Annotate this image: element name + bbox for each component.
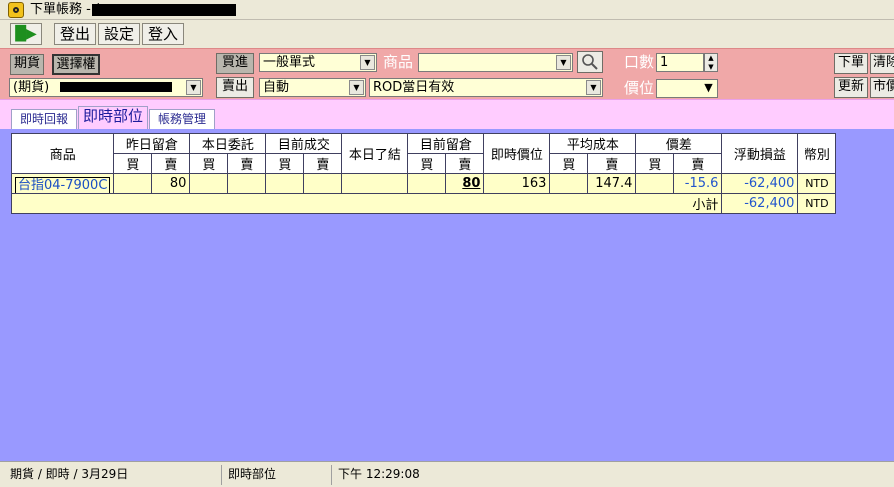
buy-button[interactable]: 買進 <box>216 53 254 74</box>
sell-button[interactable]: 賣出 <box>216 77 254 98</box>
pin-icon[interactable]: █▶ <box>10 23 42 45</box>
quantity-stepper[interactable]: ▲ ▼ <box>704 53 718 72</box>
position-table: 商品 昨日留倉 本日委託 目前成交 本日了結 目前留倉 即時價位 平均成本 價差… <box>10 133 837 214</box>
tab-realtime-position[interactable]: 即時部位 <box>78 106 148 130</box>
cell-pos-sell[interactable]: 80 <box>445 173 485 194</box>
header-sell: 賣 <box>151 153 191 174</box>
cell-diff-buy <box>635 173 675 194</box>
product-select[interactable]: ▼ <box>418 53 573 72</box>
price-label: 價位 <box>624 79 655 97</box>
header-product[interactable]: 商品 <box>10 133 115 174</box>
cell-product[interactable]: 台指04-7900C <box>10 173 115 194</box>
header-buy: 買 <box>407 153 447 174</box>
chevron-down-icon[interactable]: ▼ <box>586 80 601 95</box>
price-mode-value: 自動 <box>263 80 290 95</box>
cell-cost-buy <box>549 173 589 194</box>
order-type-value: 一般單式 <box>263 55 316 70</box>
product-label: 商品 <box>383 53 414 71</box>
cell-deal-sell <box>303 173 343 194</box>
subtotal-row: 小計 -62,400 NTD <box>10 193 837 214</box>
redacted-title-block <box>92 4 236 16</box>
header-buy: 買 <box>265 153 305 174</box>
quantity-input[interactable]: 1 <box>656 53 704 72</box>
toolbar: █▶ 登出 設定 登入 <box>0 20 894 48</box>
subtotal-label: 小計 <box>10 193 723 214</box>
header-sell: 賣 <box>303 153 343 174</box>
header-last-price[interactable]: 即時價位 <box>483 133 551 174</box>
header-current-deal[interactable]: 目前成交 <box>265 133 343 154</box>
cell-diff-sell: -15.6 <box>673 173 723 194</box>
options-button[interactable]: 選擇權 <box>52 54 100 75</box>
cell-order-buy <box>189 173 229 194</box>
cell-closed <box>341 173 409 194</box>
cell-prev-sell: 80 <box>151 173 191 194</box>
validity-value: ROD當日有效 <box>373 80 455 95</box>
order-type-select[interactable]: 一般單式 ▼ <box>259 53 377 72</box>
price-mode-select[interactable]: 自動 ▼ <box>259 78 366 97</box>
app-logo-icon <box>8 2 24 18</box>
status-time: 下午 12:29:08 <box>338 467 420 481</box>
header-today-closed[interactable]: 本日了結 <box>341 133 409 174</box>
window-title: 下單帳務 - ( <box>30 2 101 17</box>
status-bar: 期貨 / 即時 / 3月29日 即時部位 下午 12:29:08 <box>0 461 894 487</box>
chevron-down-icon[interactable]: ▼ <box>701 81 716 96</box>
subtotal-currency: NTD <box>797 193 837 214</box>
price-input[interactable]: ▼ <box>656 79 718 98</box>
place-order-button[interactable]: 下單 <box>834 53 868 74</box>
settings-button[interactable]: 設定 <box>98 23 140 45</box>
status-current-view: 即時部位 <box>226 465 332 485</box>
header-buy: 買 <box>549 153 589 174</box>
header-current-position[interactable]: 目前留倉 <box>407 133 485 154</box>
table-header-row: 商品 昨日留倉 本日委託 目前成交 本日了結 目前留倉 即時價位 平均成本 價差… <box>10 133 837 174</box>
account-value: (期貨) <box>13 80 50 95</box>
futures-button[interactable]: 期貨 <box>10 54 44 75</box>
status-market-date: 期貨 / 即時 / 3月29日 <box>8 465 222 485</box>
header-buy: 買 <box>635 153 675 174</box>
cell-cost-sell: 147.4 <box>587 173 637 194</box>
login-button[interactable]: 登入 <box>142 23 184 45</box>
cell-last-price: 163 <box>483 173 551 194</box>
header-avg-cost[interactable]: 平均成本 <box>549 133 637 154</box>
table-row[interactable]: 台指04-7900C 80 80 163 147.4 -15.6 -62,400… <box>10 173 837 194</box>
subtotal-float-pl: -62,400 <box>721 193 799 214</box>
cell-pos-buy <box>407 173 447 194</box>
product-search-button[interactable] <box>577 51 603 73</box>
tab-realtime-report[interactable]: 即時回報 <box>11 109 77 129</box>
cell-float-pl: -62,400 <box>721 173 799 194</box>
header-sell: 賣 <box>673 153 723 174</box>
header-currency[interactable]: 幣別 <box>797 133 837 174</box>
quantity-label: 口數 <box>624 53 655 71</box>
chevron-down-icon[interactable]: ▼ <box>556 55 571 70</box>
refresh-button[interactable]: 更新 <box>834 77 868 98</box>
cell-prev-buy <box>113 173 153 194</box>
header-sell: 賣 <box>227 153 267 174</box>
cell-currency: NTD <box>797 173 837 194</box>
chevron-down-icon[interactable]: ▼ <box>186 80 201 95</box>
chevron-down-icon[interactable]: ▼ <box>349 80 364 95</box>
cell-deal-buy <box>265 173 305 194</box>
table-subheader-row: 買 賣 買 賣 買 賣 買 賣 買 賣 買 賣 <box>12 153 836 174</box>
header-buy: 買 <box>189 153 229 174</box>
header-prev-position[interactable]: 昨日留倉 <box>113 133 191 154</box>
product-link[interactable]: 台指04-7900C <box>15 177 111 193</box>
tab-bar: 即時回報 即時部位 帳務管理 <box>0 99 894 130</box>
logout-button[interactable]: 登出 <box>54 23 96 45</box>
validity-select[interactable]: ROD當日有效 ▼ <box>369 78 603 97</box>
header-sell: 賣 <box>587 153 637 174</box>
cell-order-sell <box>227 173 267 194</box>
header-today-order[interactable]: 本日委託 <box>189 133 267 154</box>
chevron-down-icon[interactable]: ▼ <box>360 55 375 70</box>
header-price-diff[interactable]: 價差 <box>635 133 723 154</box>
market-price-button[interactable]: 市價 <box>870 77 894 98</box>
tab-account-management[interactable]: 帳務管理 <box>149 109 215 129</box>
position-grid-area: 商品 昨日留倉 本日委託 目前成交 本日了結 目前留倉 即時價位 平均成本 價差… <box>0 129 894 461</box>
magnifier-icon <box>582 54 598 70</box>
header-buy: 買 <box>113 153 153 174</box>
redacted-account-number <box>60 82 172 92</box>
header-float-pl[interactable]: 浮動損益 <box>721 133 799 174</box>
clear-button[interactable]: 清除 <box>870 53 894 74</box>
header-sell: 賣 <box>445 153 485 174</box>
title-bar: 下單帳務 - ( <box>0 0 894 20</box>
